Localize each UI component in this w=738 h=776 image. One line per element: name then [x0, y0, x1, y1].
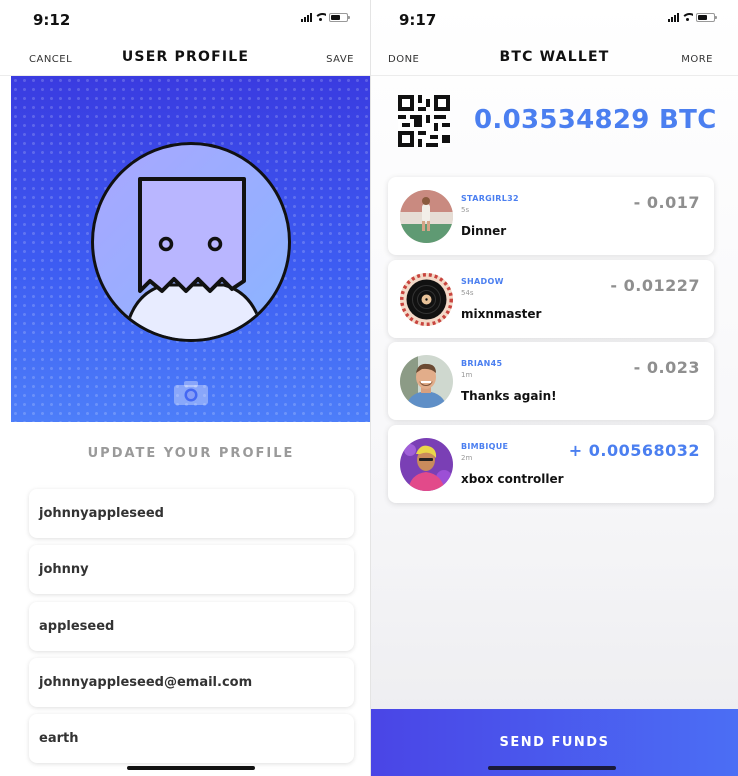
btc-balance: 0.03534829 BTC — [474, 105, 717, 135]
camera-icon[interactable] — [173, 380, 209, 406]
status-bar: 9:17 — [371, 0, 738, 40]
paper-bag-face-icon — [123, 177, 265, 339]
home-indicator[interactable] — [488, 766, 616, 770]
last-name-field[interactable]: appleseed — [29, 602, 354, 651]
wifi-icon — [315, 13, 326, 22]
email-field[interactable]: johnnyappleseed@email.com — [29, 658, 354, 707]
transaction-amount: - 0.023 — [633, 358, 700, 377]
nav-bar: DONE BTC WALLET MORE — [371, 40, 738, 76]
status-time: 9:12 — [33, 11, 71, 29]
battery-icon — [329, 13, 350, 22]
transaction-username: BRIAN45 — [461, 359, 503, 368]
transaction-card[interactable]: STARGIRL32 5s Dinner - 0.017 — [388, 177, 714, 255]
avatar — [400, 273, 453, 326]
nav-bar: CANCEL USER PROFILE SAVE — [0, 40, 371, 76]
transaction-amount: - 0.01227 — [610, 276, 700, 295]
avatar[interactable] — [91, 142, 291, 342]
transaction-username: BIMBIQUE — [461, 442, 509, 451]
transaction-amount: - 0.017 — [633, 193, 700, 212]
first-name-field[interactable]: johnny — [29, 545, 354, 594]
transaction-username: STARGIRL32 — [461, 194, 519, 203]
transaction-card[interactable]: BIMBIQUE 2m xbox controller + 0.00568032 — [388, 425, 714, 503]
transaction-amount: + 0.00568032 — [568, 441, 700, 460]
status-icons — [301, 13, 350, 22]
transaction-card[interactable]: BRIAN45 1m Thanks again! - 0.023 — [388, 342, 714, 420]
page-title: USER PROFILE — [121, 49, 250, 65]
transaction-time: 54s — [461, 289, 474, 297]
qr-code-icon[interactable] — [398, 95, 450, 147]
transaction-time: 1m — [461, 371, 473, 379]
location-field[interactable]: earth — [29, 714, 354, 763]
avatar — [400, 355, 453, 408]
last-name-value: appleseed — [39, 619, 115, 634]
username-field[interactable]: johnnyappleseed — [29, 489, 354, 538]
wifi-icon — [682, 13, 693, 22]
signal-icon — [301, 13, 312, 22]
profile-header — [11, 76, 371, 422]
transaction-username: SHADOW — [461, 277, 504, 286]
username-value: johnnyappleseed — [39, 506, 164, 521]
first-name-value: johnny — [39, 562, 89, 577]
transaction-memo: Thanks again! — [461, 389, 557, 403]
home-indicator[interactable] — [127, 766, 255, 770]
balance-row: 0.03534829 BTC — [371, 90, 738, 160]
transaction-memo: mixnmaster — [461, 307, 542, 321]
section-title: UPDATE YOUR PROFILE — [87, 446, 295, 461]
avatar — [400, 438, 453, 491]
status-bar: 9:12 — [0, 0, 371, 40]
avatar — [400, 190, 453, 243]
send-funds-label: SEND FUNDS — [499, 735, 610, 750]
email-value: johnnyappleseed@email.com — [39, 675, 253, 690]
signal-icon — [668, 13, 679, 22]
status-time: 9:17 — [399, 11, 437, 29]
transaction-memo: xbox controller — [461, 472, 564, 486]
transaction-time: 5s — [461, 206, 470, 214]
save-button[interactable]: SAVE — [326, 54, 354, 65]
status-icons — [668, 13, 717, 22]
transaction-card[interactable]: SHADOW 54s mixnmaster - 0.01227 — [388, 260, 714, 338]
battery-icon — [696, 13, 717, 22]
transaction-memo: Dinner — [461, 224, 507, 238]
user-profile-screen: 9:12 CANCEL USER PROFILE SAVE UPDATE YOU… — [0, 0, 371, 776]
location-value: earth — [39, 731, 79, 746]
btc-wallet-screen: 9:17 DONE BTC WALLET MORE 0.03534829 BTC — [371, 0, 738, 776]
more-button[interactable]: MORE — [681, 54, 713, 65]
transaction-time: 2m — [461, 454, 473, 462]
